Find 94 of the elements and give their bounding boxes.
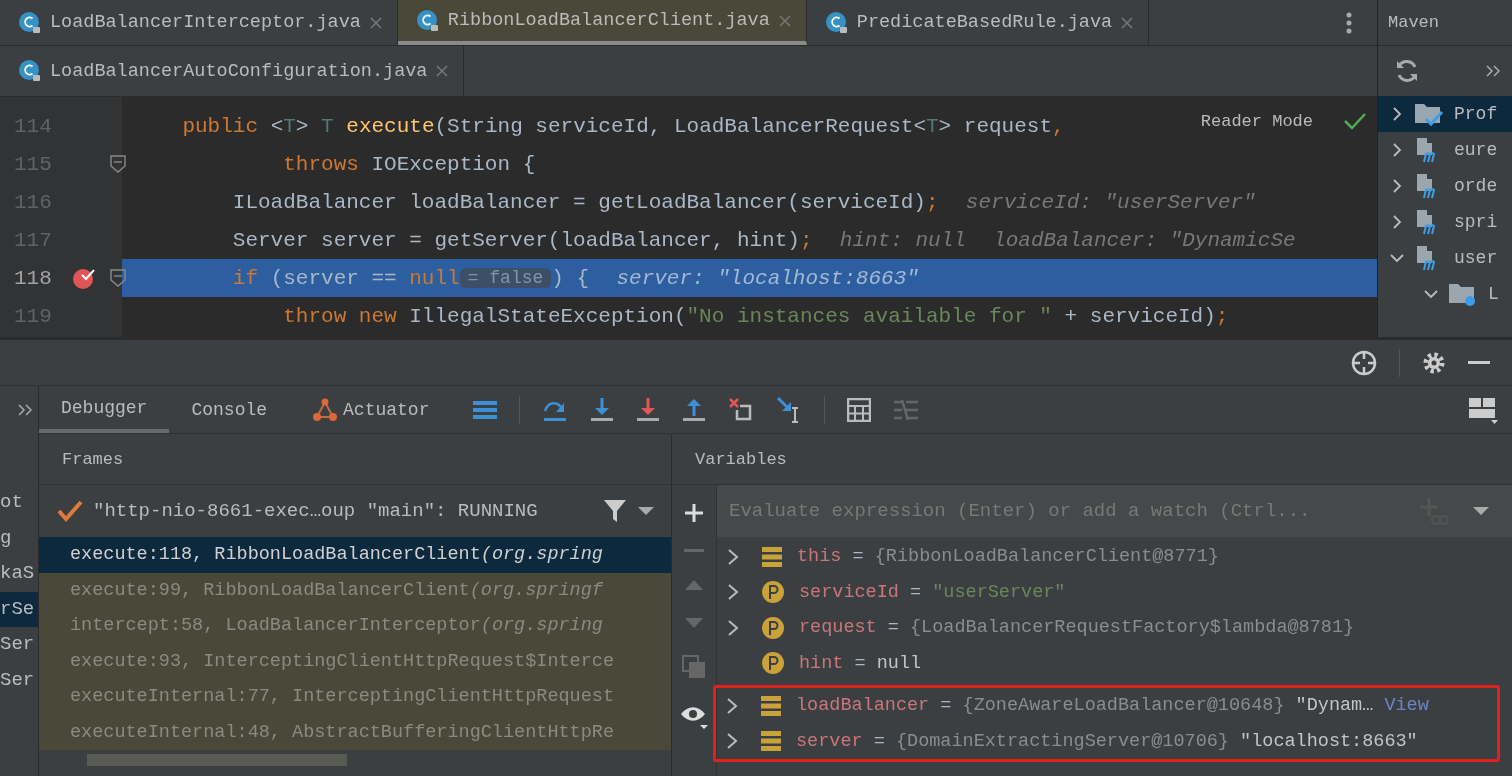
line-number: 118 — [13, 266, 53, 290]
step-out-icon[interactable] — [682, 396, 707, 423]
expand-icon[interactable] — [1390, 107, 1404, 121]
check-icon — [1343, 111, 1367, 131]
tree-item[interactable]: Ser — [0, 627, 38, 663]
chevrons-icon[interactable] — [18, 403, 32, 416]
tree-item[interactable]: L — [1488, 284, 1499, 304]
expand-icon[interactable] — [727, 583, 739, 602]
collapse-icon[interactable] — [1424, 287, 1438, 301]
close-icon[interactable] — [368, 15, 383, 30]
expand-icon[interactable] — [1390, 215, 1404, 229]
minimize-icon[interactable] — [1468, 360, 1490, 365]
panel-title: Frames — [62, 449, 124, 469]
code-text: ILoadBalancer loadBalancer = getLoadBalancer(serviceId); — [231, 190, 939, 214]
step-into-icon[interactable] — [590, 396, 615, 423]
expand-icon[interactable] — [1390, 179, 1404, 193]
expand-icon[interactable] — [1390, 143, 1404, 157]
locate-icon[interactable] — [1351, 349, 1377, 376]
caret-icon[interactable] — [1472, 506, 1490, 516]
folder-gear-icon — [1448, 281, 1478, 307]
tree-item[interactable]: orde — [1454, 176, 1498, 196]
class-icon — [18, 59, 42, 83]
force-step-into-icon[interactable] — [636, 396, 661, 423]
close-icon[interactable] — [1120, 15, 1135, 30]
filter-icon[interactable] — [603, 499, 627, 523]
plus-icon[interactable] — [684, 503, 704, 523]
code-text: throw new IllegalStateException("No instances available for " + serviceId); — [282, 304, 1229, 328]
variable-entry[interactable]: server = {DomainExtractingServer@10706} "localhost:8663" — [796, 730, 1418, 752]
tree-item[interactable]: ot — [0, 485, 38, 521]
panel-title: Maven — [1388, 13, 1439, 32]
variable-entry[interactable]: request = {LoadBalancerRequestFactory$lambda@8781} — [799, 617, 1355, 639]
calculator-icon[interactable] — [847, 397, 872, 422]
class-icon — [824, 10, 849, 35]
inline-value: = false — [459, 268, 552, 288]
inline-hint: hint: null — [839, 228, 966, 252]
chevrons-icon[interactable] — [1486, 65, 1500, 77]
expand-icon[interactable] — [727, 618, 739, 637]
class-icon — [18, 10, 42, 35]
parameter-icon — [761, 580, 785, 605]
collapse-icon[interactable] — [1390, 251, 1404, 265]
tree-item[interactable]: user — [1454, 248, 1498, 268]
code-text: public <T> T execute(String serviceId, LoadBalancerRequest<T> request, — [181, 114, 1065, 138]
variable-entry[interactable]: hint = null — [799, 652, 922, 674]
eye-icon[interactable] — [680, 705, 708, 729]
panel-title: Variables — [695, 449, 787, 469]
tree-item[interactable]: spri — [1454, 212, 1498, 232]
tool-tab[interactable]: Debugger — [39, 386, 170, 433]
code-text: throws IOException { — [282, 152, 536, 176]
scrollbar[interactable] — [87, 754, 347, 766]
inline-hint: serviceId: "userServer" — [965, 190, 1256, 214]
close-icon[interactable] — [435, 64, 450, 78]
field-icon — [760, 694, 782, 717]
more-icon[interactable] — [1346, 11, 1352, 34]
parameter-icon — [761, 651, 785, 676]
code-text: if (server == null — [231, 266, 460, 290]
parameter-icon — [761, 615, 785, 640]
code-text: Server server = getServer(loadBalancer, hint); — [231, 228, 813, 252]
check-icon — [57, 500, 83, 522]
editor-tab[interactable]: LoadBalancerInterceptor.java — [0, 0, 398, 45]
refresh-icon[interactable] — [1394, 58, 1420, 84]
menu-icon[interactable] — [473, 399, 498, 420]
settings-icon[interactable] — [1422, 350, 1446, 375]
stack-frame[interactable]: execute:118, RibbonLoadBalancerClient(org.spring — [39, 537, 671, 573]
thread-dropdown[interactable]: "http-nio-8661-exec…oup "main": RUNNING — [39, 485, 671, 537]
class-icon — [415, 8, 440, 33]
tree-item[interactable]: rSe — [0, 591, 38, 627]
expand-icon[interactable] — [726, 696, 738, 715]
expand-icon[interactable] — [726, 732, 738, 751]
nodes-icon — [311, 396, 340, 423]
tree-item[interactable]: g — [0, 520, 38, 556]
tool-tab[interactable]: Actuator — [289, 386, 452, 433]
fold-icon[interactable] — [110, 155, 126, 173]
inline-hint: loadBalancer: "DynamicSe — [993, 228, 1296, 252]
variable-entry[interactable]: this = {RibbonLoadBalancerClient@8771} — [797, 546, 1219, 568]
tree-item[interactable]: kaS — [0, 556, 38, 592]
variable-entry[interactable]: serviceId = "userServer" — [799, 581, 1066, 603]
editor-tab[interactable]: RibbonLoadBalancerClient.java — [397, 0, 807, 45]
field-icon — [760, 730, 782, 753]
folder-check-icon — [1414, 101, 1444, 127]
inline-hint: server: "localhost:8663" — [616, 266, 919, 290]
reader-mode-link[interactable]: Reader Mode — [1200, 111, 1313, 131]
caret-icon[interactable] — [637, 506, 655, 516]
tool-tab[interactable]: Console — [169, 386, 290, 433]
field-icon — [761, 545, 783, 568]
tree-item[interactable]: eure — [1454, 140, 1498, 160]
tree-item[interactable]: Prof — [1454, 104, 1498, 124]
editor-tab[interactable]: PredicateBasedRule.java — [806, 0, 1150, 45]
variable-entry[interactable]: loadBalancer = {ZoneAwareLoadBalancer@10648} "Dynam… View — [796, 695, 1429, 717]
code-text: ) { — [551, 266, 590, 290]
fold-icon[interactable] — [110, 269, 126, 287]
expand-icon[interactable] — [727, 547, 739, 566]
layout-icon[interactable] — [1468, 395, 1498, 424]
breakpoint-icon[interactable] — [72, 266, 98, 290]
tree-item[interactable]: Ser — [0, 662, 38, 698]
